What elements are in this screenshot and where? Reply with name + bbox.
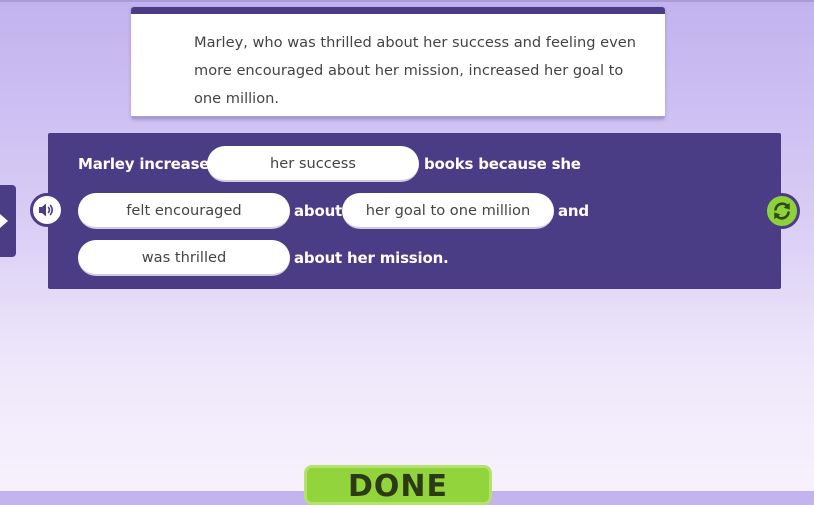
sentence-text-and: and [558,202,589,220]
passage-card: Marley, who was thrilled about her succe… [131,7,665,119]
top-divider [0,0,814,2]
audio-button[interactable] [30,193,64,227]
sentence-text-books-because: books because she [424,155,581,173]
answer-slot-3[interactable]: her goal to one million [342,193,554,229]
sentence-text-marley-increased: Marley increased [78,155,220,173]
sentence-text-about-her-mission: about her mission. [294,249,449,267]
sentence-builder-panel: Marley increased her success books becau… [48,133,781,289]
answer-slot-1[interactable]: her success [207,146,419,182]
sentence-text-about: about [294,202,343,220]
done-button[interactable]: DONE [304,465,492,505]
passage-text: Marley, who was thrilled about her succe… [194,34,637,107]
refresh-icon [774,202,790,220]
answer-slot-2[interactable]: felt encouraged [78,193,290,229]
refresh-button[interactable] [764,193,800,229]
done-button-label: DONE [347,469,448,504]
side-panel-toggle[interactable] [0,185,16,257]
play-arrow-icon [0,214,8,228]
speaker-icon [39,203,54,217]
answer-slot-4[interactable]: was thrilled [78,240,290,276]
